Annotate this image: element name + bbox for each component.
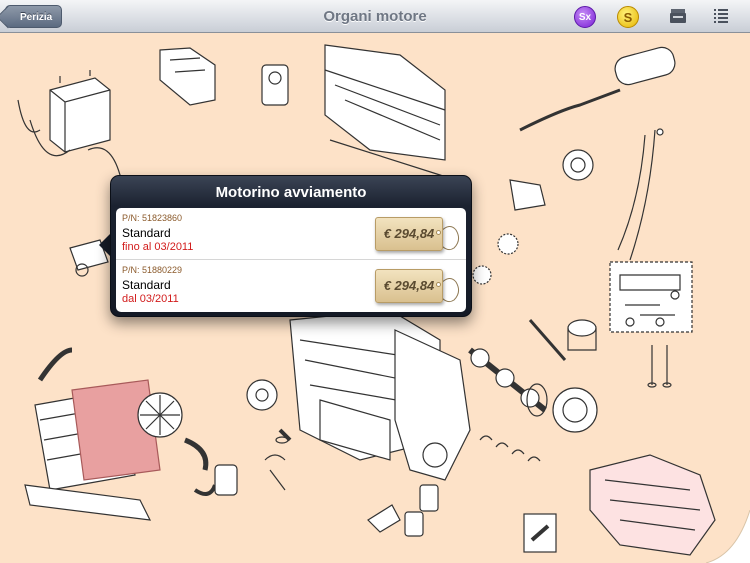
muffler-part[interactable] [519, 45, 678, 132]
tag-hole-icon [436, 230, 441, 235]
expansion-tank-part[interactable] [214, 464, 238, 496]
bearing-shells-part[interactable] [479, 435, 541, 462]
part-validity: fino al 03/2011 [122, 241, 194, 253]
gasket-set-part[interactable] [609, 261, 693, 333]
part-validity: dal 03/2011 [122, 293, 179, 305]
gears-part[interactable] [472, 179, 546, 285]
page-curl-icon[interactable] [706, 510, 750, 563]
cylinder-head-part[interactable] [324, 44, 471, 186]
injector-part[interactable] [523, 513, 557, 553]
part-popover: Motorino avviamento P/N: 51823860 Standa… [110, 175, 472, 317]
popover-title: Motorino avviamento [215, 184, 367, 201]
bracket-small-part[interactable] [367, 504, 401, 533]
coin-icon[interactable]: S [617, 6, 639, 28]
list-item[interactable]: P/N: 51880229 Standard dal 03/2011 € 294… [116, 260, 466, 312]
thermostat-part[interactable] [278, 428, 292, 442]
back-button[interactable]: Perizia [5, 5, 63, 28]
menu-icon[interactable] [714, 8, 728, 24]
part-number: P/N: 51823860 [122, 213, 183, 223]
bracket-part[interactable] [159, 47, 216, 106]
oil-filter-part[interactable] [404, 484, 439, 537]
part-description: Standard [122, 226, 171, 240]
piston-part[interactable] [528, 319, 597, 361]
vacuum-pump-part[interactable] [562, 149, 594, 181]
valves-part[interactable] [647, 345, 672, 388]
price-tag[interactable]: € 294,84 [375, 269, 443, 303]
part-description: Standard [122, 278, 171, 292]
water-pump-part[interactable] [246, 379, 289, 491]
tray-icon[interactable] [669, 8, 687, 24]
list-item[interactable]: P/N: 51823860 Standard fino al 03/2011 €… [116, 208, 466, 260]
part-list: P/N: 51823860 Standard fino al 03/2011 €… [116, 208, 466, 312]
part-number: P/N: 51880229 [122, 265, 183, 275]
fan-part[interactable] [137, 392, 183, 438]
battery-part[interactable] [17, 70, 111, 157]
gearbox-part[interactable] [589, 454, 716, 556]
navigation-bar: Perizia Organi motore Sx S [0, 0, 750, 33]
flywheel-part[interactable] [526, 383, 598, 433]
price-tag[interactable]: € 294,84 [375, 217, 443, 251]
dipstick-part[interactable] [617, 128, 664, 261]
tag-hole-icon [436, 282, 441, 287]
sensor-part[interactable] [261, 64, 289, 106]
sx-icon[interactable]: Sx [574, 6, 596, 28]
timing-cover-part[interactable] [394, 329, 471, 481]
crankshaft-part[interactable] [468, 347, 547, 413]
front-bumper-part[interactable] [24, 484, 152, 521]
